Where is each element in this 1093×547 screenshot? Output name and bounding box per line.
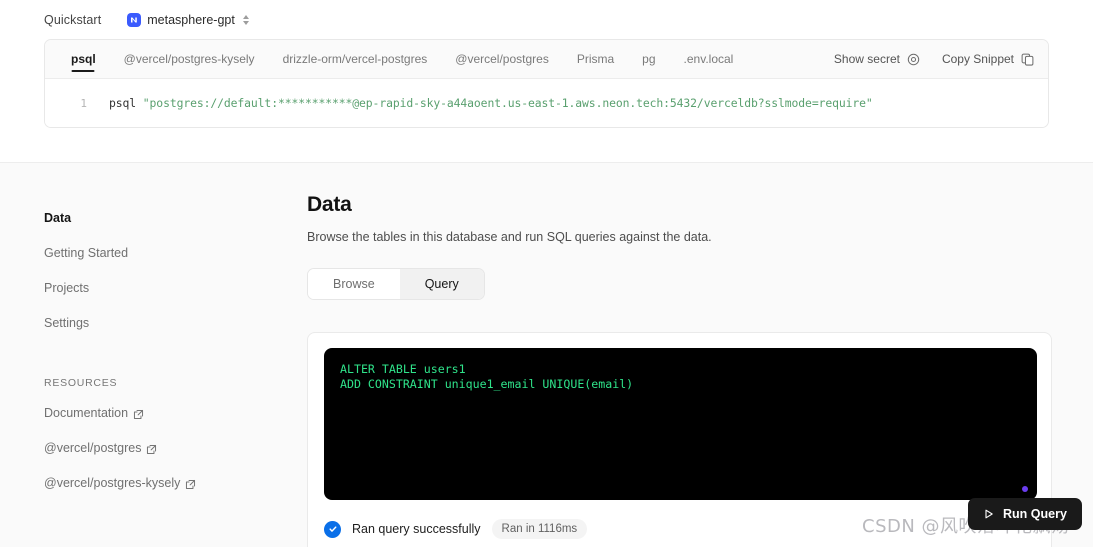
run-query-button[interactable]: Run Query	[968, 498, 1082, 530]
database-selector[interactable]: metasphere-gpt	[127, 13, 251, 27]
snippet-tabs: psql @vercel/postgres-kysely drizzle-orm…	[57, 40, 747, 79]
sidebar-resources-heading: RESOURCES	[44, 377, 118, 389]
sql-editor[interactable]: ALTER TABLE users1 ADD CONSTRAINT unique…	[324, 348, 1037, 500]
query-timing-badge: Ran in 1116ms	[491, 519, 588, 539]
query-status-message: Ran query successfully	[352, 522, 481, 536]
app-root: Quickstart metasphere-gpt psql @vercel/p…	[0, 0, 1093, 547]
database-name: metasphere-gpt	[147, 13, 235, 27]
external-link-icon	[147, 444, 157, 454]
sidebar-item-getting-started[interactable]: Getting Started	[44, 236, 269, 271]
snippet-tab-vercel-postgres-kysely[interactable]: @vercel/postgres-kysely	[110, 40, 269, 79]
tab-query[interactable]: Query	[399, 269, 484, 299]
snippet-code-area: 1 psql "postgres://default:***********@e…	[45, 79, 1048, 127]
chevron-up-down-icon[interactable]	[241, 13, 251, 27]
page-description: Browse the tables in this database and r…	[307, 230, 712, 244]
sql-editor-line-2: ADD CONSTRAINT unique1_email UNIQUE(emai…	[340, 377, 634, 391]
snippet-actions: Show secret Copy Snippet	[834, 52, 1034, 66]
snippet-tab-env-local[interactable]: .env.local	[670, 40, 748, 79]
page-title: Data	[307, 193, 352, 216]
main-content: Data Browse the tables in this database …	[307, 193, 1052, 300]
sidebar-item-data[interactable]: Data	[44, 201, 269, 236]
sidebar-link-documentation-label: Documentation	[44, 406, 129, 420]
run-query-label: Run Query	[1003, 507, 1067, 521]
sidebar-link-vercel-postgres-kysely[interactable]: @vercel/postgres-kysely	[44, 466, 269, 501]
sidebar-link-documentation[interactable]: Documentation	[44, 396, 269, 431]
data-view-tabs: Browse Query	[307, 268, 485, 300]
dashboard-panel: Data Getting Started Projects Settings R…	[0, 162, 1093, 547]
snippet-tab-vercel-postgres[interactable]: @vercel/postgres	[441, 40, 563, 79]
sidebar-link-vercel-postgres-label: @vercel/postgres	[44, 441, 142, 455]
neon-logo-icon	[127, 13, 142, 27]
copy-snippet-label: Copy Snippet	[941, 52, 1014, 66]
snippet-tab-prisma[interactable]: Prisma	[563, 40, 628, 79]
external-link-icon	[186, 479, 196, 489]
snippet-code-command: psql	[109, 96, 137, 110]
play-icon	[985, 509, 993, 519]
check-circle-icon	[324, 520, 341, 538]
quickstart-section: Quickstart metasphere-gpt psql @vercel/p…	[0, 0, 1093, 162]
copy-snippet-button[interactable]: Copy Snippet	[942, 52, 1034, 66]
snippet-code-line: psql "postgres://default:***********@ep-…	[109, 96, 873, 110]
sidebar: Data Getting Started Projects Settings R…	[44, 201, 269, 501]
snippet-tab-drizzle-orm[interactable]: drizzle-orm/vercel-postgres	[269, 40, 442, 79]
sidebar-link-vercel-postgres-kysely-label: @vercel/postgres-kysely	[44, 476, 181, 490]
quickstart-header: Quickstart metasphere-gpt	[44, 10, 251, 30]
eye-icon	[907, 53, 920, 65]
query-status-row: Ran query successfully Ran in 1116ms	[324, 519, 588, 539]
external-link-icon	[134, 409, 144, 419]
show-secret-button[interactable]: Show secret	[834, 52, 920, 66]
editor-cursor-indicator	[1022, 486, 1028, 492]
copy-icon	[1021, 53, 1034, 66]
snippet-tab-pg[interactable]: pg	[628, 40, 669, 79]
sidebar-item-projects[interactable]: Projects	[44, 271, 269, 306]
sidebar-item-settings[interactable]: Settings	[44, 306, 269, 341]
tab-browse[interactable]: Browse	[308, 269, 400, 299]
snippet-tab-bar: psql @vercel/postgres-kysely drizzle-orm…	[45, 40, 1048, 79]
connection-snippet-card: psql @vercel/postgres-kysely drizzle-orm…	[44, 39, 1049, 128]
show-secret-label: Show secret	[833, 52, 900, 66]
snippet-tab-psql[interactable]: psql	[57, 40, 110, 79]
sql-editor-line-1: ALTER TABLE users1	[340, 362, 466, 376]
quickstart-title: Quickstart	[44, 13, 102, 27]
query-card: ALTER TABLE users1 ADD CONSTRAINT unique…	[307, 332, 1052, 547]
snippet-connection-string: "postgres://default:***********@ep-rapid…	[142, 96, 873, 110]
snippet-line-number: 1	[80, 96, 87, 110]
sidebar-link-vercel-postgres[interactable]: @vercel/postgres	[44, 431, 269, 466]
